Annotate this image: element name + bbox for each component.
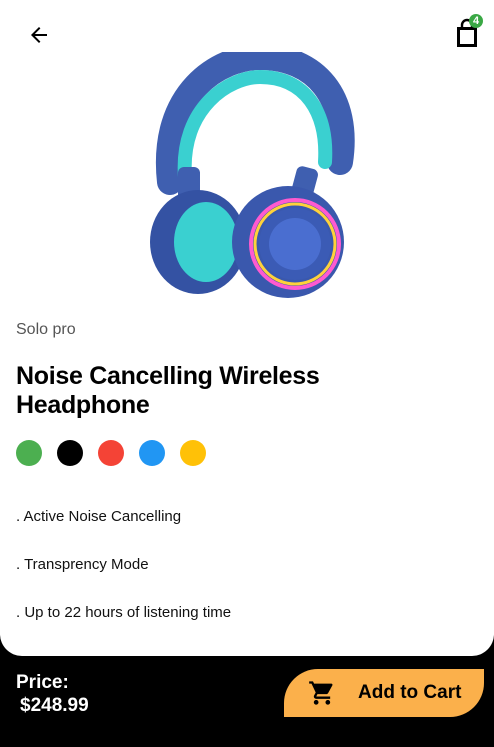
headphones-image — [150, 52, 355, 298]
price-value: $248.99 — [20, 695, 89, 716]
product-title: Noise Cancelling Wireless Headphone — [16, 362, 320, 419]
cart-icon — [309, 681, 333, 705]
feature-item: . Transprency Mode — [16, 556, 149, 573]
product-brand: Solo pro — [16, 321, 76, 338]
color-swatch-yellow[interactable] — [180, 440, 206, 466]
cart-button[interactable]: 4 — [452, 14, 484, 50]
price-label: Price: — [16, 672, 69, 693]
color-swatch-red[interactable] — [98, 440, 124, 466]
color-swatches — [16, 440, 206, 466]
add-to-cart-label: Add to Cart — [358, 682, 462, 703]
color-swatch-green[interactable] — [16, 440, 42, 466]
feature-item: . Up to 22 hours of listening time — [16, 604, 232, 621]
back-button[interactable] — [24, 22, 54, 48]
product-card: 4 Solo pro Noise Cancelling Wireless Hea… — [0, 0, 494, 656]
feature-item: . Active Noise Cancelling — [16, 508, 182, 525]
color-swatch-blue[interactable] — [139, 440, 165, 466]
add-to-cart-button[interactable]: Add to Cart — [284, 669, 484, 717]
color-swatch-black[interactable] — [57, 440, 83, 466]
cart-count-badge: 4 — [469, 14, 483, 28]
arrow-left-icon — [31, 27, 47, 43]
